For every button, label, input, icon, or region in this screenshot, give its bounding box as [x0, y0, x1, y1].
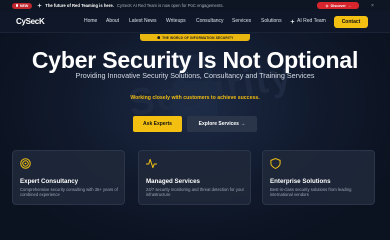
hero-section: Security THE WORLD OF INFORMATION SECURI… — [0, 33, 390, 240]
card-title: Expert Consultancy — [20, 178, 79, 185]
nav-item-consultancy[interactable]: Consultancy — [196, 18, 224, 24]
feature-card-consultancy[interactable]: Expert Consultancy Comprehensive securit… — [12, 150, 125, 205]
announcement-text: CySecK AI Red Team is now open for PoC e… — [116, 3, 224, 8]
nav-item-writeups[interactable]: Writeups — [166, 18, 186, 24]
card-title: Enterprise Solutions — [270, 178, 331, 185]
close-icon[interactable]: × — [371, 3, 374, 9]
explore-services-button[interactable]: Explore Services → — [187, 116, 257, 132]
shield-icon — [156, 35, 160, 40]
new-badge: NEW — [12, 2, 33, 9]
pulse-icon — [146, 158, 157, 169]
sparkle-icon — [290, 18, 295, 24]
nav-item-services[interactable]: Services — [232, 18, 251, 24]
target-icon — [20, 158, 31, 169]
logo[interactable]: CySecK — [16, 17, 45, 26]
card-title: Managed Services — [146, 178, 200, 185]
sparkle-icon — [37, 3, 43, 8]
card-description: Comprehensive security consulting with 3… — [20, 187, 118, 198]
shield-icon — [270, 158, 281, 169]
card-description: 24/7 security monitoring and threat dete… — [146, 187, 244, 198]
hero-tagline: Working closely with customers to achiev… — [130, 95, 260, 101]
nav-item-about[interactable]: About — [106, 18, 119, 24]
hero-subtitle: Providing Innovative Security Solutions,… — [75, 71, 315, 80]
ask-experts-button[interactable]: Ask Experts — [133, 116, 182, 132]
hero-pill: THE WORLD OF INFORMATION SECURITY — [140, 34, 250, 41]
announcement-title: The future of Red Teaming is here. — [45, 3, 114, 8]
hero-headline: Cyber Security Is Not Optional — [31, 47, 359, 73]
nav-item-solutions[interactable]: Solutions — [261, 18, 282, 24]
nav-item-home[interactable]: Home — [84, 18, 97, 24]
sparkle-icon — [324, 3, 329, 8]
card-description: Best-in-class security solutions from le… — [270, 187, 352, 198]
discover-button[interactable]: Discover → — [317, 2, 359, 9]
navbar: CySecK Home About Latest News Writeups C… — [0, 11, 390, 33]
nav-item-latest-news[interactable]: Latest News — [129, 18, 157, 24]
nav-item-ai-red-team[interactable]: AI Red Team — [290, 18, 326, 24]
arrow-right-icon: → — [347, 3, 352, 8]
feature-card-enterprise[interactable]: Enterprise Solutions Best-in-class secur… — [262, 150, 375, 205]
contact-button[interactable]: Contact — [334, 16, 368, 28]
feature-card-managed[interactable]: Managed Services 24/7 security monitorin… — [138, 150, 251, 205]
dot-icon — [16, 4, 19, 7]
